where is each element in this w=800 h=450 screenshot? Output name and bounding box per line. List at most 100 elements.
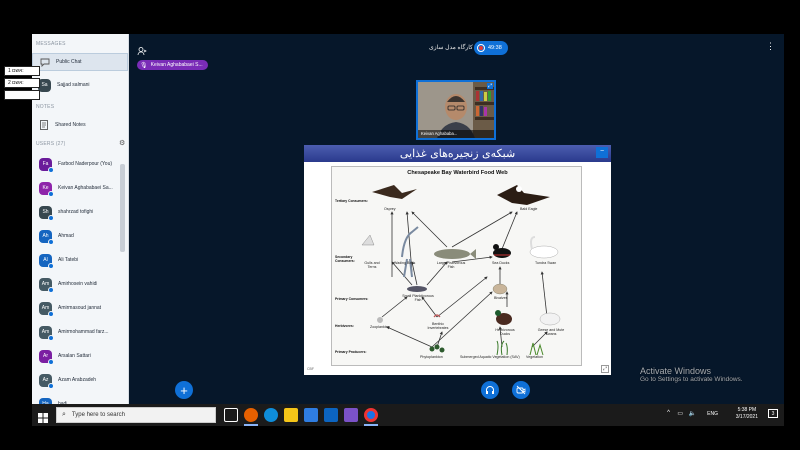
- note-3: [4, 90, 40, 100]
- chrome-icon[interactable]: [364, 408, 378, 422]
- avatar: Ah: [39, 229, 54, 245]
- user-list-item[interactable]: Fa Farbod Naderpour (You): [32, 153, 124, 175]
- organism-label: Sea Ducks: [492, 261, 510, 265]
- presentation-slide: شبکه‌ی زنجیره‌های غذایی − Chesapeake Bay…: [304, 145, 611, 375]
- user-list-item[interactable]: Ke Keivan Aghababaei Sa...: [32, 177, 124, 199]
- user-name: Amirhosein vahidi: [58, 281, 98, 287]
- activate-sub: Go to Settings to activate Windows.: [640, 376, 743, 383]
- status-dot-icon: [48, 286, 54, 293]
- avatar: Ke: [39, 181, 54, 197]
- public-chat-item[interactable]: Public Chat: [32, 53, 128, 71]
- search-icon: ⌕: [62, 411, 66, 418]
- avatar: Sh: [39, 205, 54, 221]
- private-chat-item[interactable]: Sa Sajjad salmani: [32, 76, 128, 94]
- tray-up-icon[interactable]: ^: [667, 410, 670, 416]
- status-dot-icon: [48, 190, 54, 197]
- join-audio-button[interactable]: [481, 381, 499, 399]
- settings-gear-icon[interactable]: ⚙: [119, 139, 125, 147]
- clock-time: 5:38 PM: [737, 407, 757, 413]
- note-1: אשם 1:: [4, 66, 40, 76]
- private-chat-label: Sajjad salmani: [57, 82, 90, 88]
- user-list-item[interactable]: Am Amirmasoud jannat: [32, 297, 124, 319]
- avatar: Am: [39, 277, 54, 293]
- user-name: Amirmohammad farz...: [58, 329, 109, 335]
- scrollbar[interactable]: [120, 164, 125, 252]
- user-name: Farbod Naderpour (You): [58, 161, 113, 167]
- slide-title: شبکه‌ی زنجیره‌های غذایی: [304, 145, 611, 162]
- webcam-tile[interactable]: Keivan Aghababa... ⤢: [416, 80, 496, 140]
- user-list-item[interactable]: Az Azam Arabzadeh: [32, 369, 124, 391]
- users-header: USERS (27): [36, 141, 66, 147]
- organism-label: Geese and Mute Swans: [537, 328, 565, 336]
- notes-icon: [38, 120, 49, 131]
- organism-label: Bivalves: [494, 296, 508, 300]
- firefox-icon[interactable]: [244, 408, 258, 422]
- avatar: Al: [39, 253, 54, 269]
- taskbar-search-box[interactable]: ⌕ Type here to search: [56, 407, 216, 423]
- user-list-item[interactable]: Al Ali Tatebi: [32, 249, 124, 271]
- organism-label: Tundra Swan: [535, 261, 557, 265]
- main-area: کارگاه مدل سازی 49:38 ⋮ 🎙 Keivan Aghabab…: [129, 34, 784, 404]
- osprey-image: [372, 185, 417, 199]
- share-webcam-button[interactable]: [512, 381, 530, 399]
- options-kebab-icon[interactable]: ⋮: [766, 42, 775, 51]
- visual-studio-icon[interactable]: [344, 408, 358, 422]
- sticky-notes: אשם 1: אשם 2:: [4, 66, 42, 106]
- active-indicator: [364, 424, 378, 426]
- activate-title: Activate Windows: [640, 366, 712, 376]
- organism-label: Bald Eagle: [520, 207, 538, 211]
- shared-notes-item[interactable]: Shared Notes: [32, 116, 128, 134]
- user-name: Keivan Aghababaei Sa...: [58, 185, 113, 191]
- avatar: Am: [39, 301, 54, 317]
- file-explorer-icon[interactable]: [284, 408, 298, 422]
- avatar: Fa: [39, 157, 54, 173]
- status-dot-icon: [48, 382, 54, 389]
- user-name: Arsalan Sattari: [58, 353, 91, 359]
- user-list-item[interactable]: Ah Ahmad: [32, 225, 124, 247]
- avatar: Ar: [39, 349, 54, 365]
- user-name: Ahmad: [58, 233, 74, 239]
- notifications-icon[interactable]: 3: [768, 409, 778, 418]
- user-list-item[interactable]: Am Amirhosein vahidi: [32, 273, 124, 295]
- active-indicator: [244, 424, 258, 426]
- status-dot-icon: [48, 334, 54, 341]
- store-icon[interactable]: [304, 408, 318, 422]
- volume-icon[interactable]: 🔈: [689, 410, 696, 417]
- activate-windows-watermark: Activate Windows Go to Settings to activ…: [640, 366, 743, 383]
- note-2: אשם 2:: [4, 78, 40, 88]
- task-view-icon[interactable]: [224, 408, 238, 422]
- actions-plus-button[interactable]: +: [175, 381, 193, 399]
- minimize-presentation-button[interactable]: −: [596, 147, 608, 158]
- user-list-item[interactable]: Am Amirmohammad farz...: [32, 321, 124, 343]
- status-dot-icon: [48, 214, 54, 221]
- presenter-talking-chip: 🎙 Keivan Aghababaei S...: [137, 60, 208, 70]
- expand-slide-icon[interactable]: ⤢: [601, 365, 609, 373]
- search-placeholder: Type here to search: [71, 412, 125, 418]
- headphones-icon: [486, 386, 494, 394]
- status-dot-icon: [48, 358, 54, 365]
- organism-label: Vegetation: [526, 355, 543, 359]
- timer-text: 49:38: [488, 45, 502, 51]
- record-icon: [477, 44, 485, 52]
- user-list-item[interactable]: Sh shahrzad tofighi: [32, 201, 124, 223]
- edge-icon[interactable]: [264, 408, 278, 422]
- microphone-icon: 🎙: [140, 62, 148, 69]
- user-toggle-icon[interactable]: [137, 43, 147, 56]
- clock[interactable]: 5:38 PM 3/17/2021: [736, 407, 758, 421]
- windows-taskbar: ⌕ Type here to search ^ ▭ 🔈 ENG 5:38 PM …: [32, 404, 784, 426]
- network-icon[interactable]: ▭: [677, 410, 683, 417]
- fullscreen-icon[interactable]: ⤢: [487, 83, 493, 89]
- windows-start-icon[interactable]: [38, 410, 48, 423]
- status-dot-icon: [48, 238, 54, 245]
- organism-label: Gulls and Terns: [364, 261, 380, 269]
- organism-label: Herbivorous Ducks: [495, 328, 515, 336]
- camera-off-icon: [516, 385, 526, 395]
- top-bar: کارگاه مدل سازی 49:38 ⋮: [129, 34, 784, 64]
- user-list-item[interactable]: Ar Arsalan Sattari: [32, 345, 124, 367]
- mail-icon[interactable]: [324, 408, 338, 422]
- organism-label: Submerged Aquatic Vegetation (SAV): [460, 355, 520, 359]
- webcam-name: Keivan Aghababa...: [418, 130, 494, 138]
- language-indicator[interactable]: ENG: [707, 411, 718, 417]
- recording-timer[interactable]: 49:38: [474, 41, 508, 55]
- user-name: shahrzad tofighi: [58, 209, 94, 215]
